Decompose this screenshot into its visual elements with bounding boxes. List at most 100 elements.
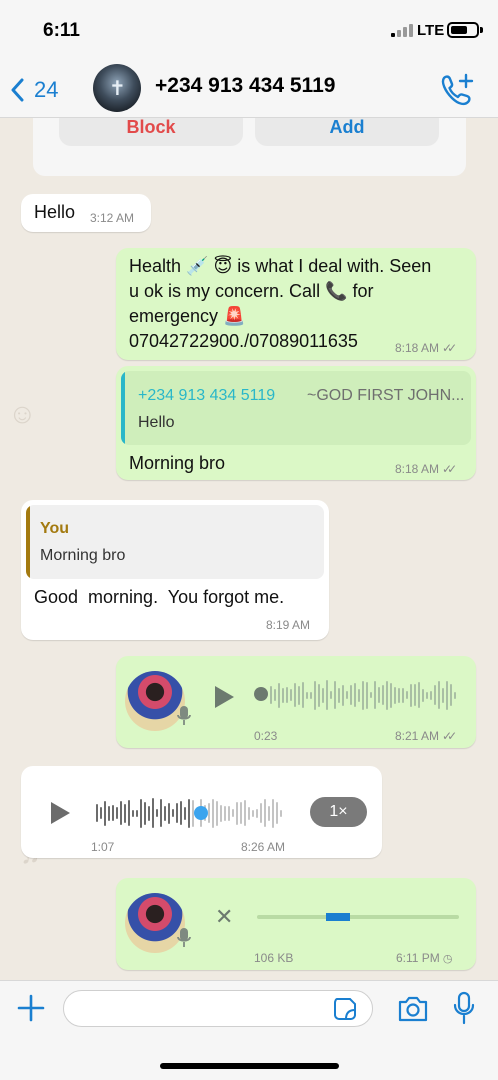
message-time: 8:18 AM [395, 462, 440, 476]
voice-waveform[interactable] [270, 678, 456, 712]
waveform-bar [244, 800, 246, 826]
input-bar [0, 980, 498, 1080]
microphone-icon[interactable] [452, 991, 476, 1025]
waveform-bar [382, 685, 384, 705]
read-ticks-icon: ✓✓ [442, 462, 457, 476]
quote-bar [121, 371, 125, 445]
waveform-bar [208, 803, 210, 823]
waveform-bar [394, 686, 396, 704]
quote-author-alias: ~GOD FIRST JOHN... [307, 387, 465, 404]
waveform-bar [220, 804, 222, 822]
waveform-bar [302, 682, 304, 708]
waveform-bar [422, 688, 424, 702]
waveform-bar [282, 687, 284, 703]
unknown-contact-card: Block Add [33, 118, 466, 176]
upload-progress [326, 913, 350, 921]
message-meta: 8:21 AM ✓✓ [395, 729, 457, 743]
voice-duration: 1:07 [91, 840, 115, 854]
message-meta: 6:11 PM ◷ [396, 951, 452, 965]
message-text: Health 💉 😇 is what I deal with. Seen u o… [129, 254, 469, 354]
voice-waveform[interactable] [96, 796, 282, 830]
block-button[interactable]: Block [59, 118, 243, 146]
add-call-button[interactable] [438, 72, 478, 106]
waveform-bar [426, 691, 428, 699]
message-time: 8:26 AM [241, 840, 286, 854]
contact-avatar[interactable] [93, 64, 141, 112]
play-icon[interactable] [213, 685, 235, 709]
waveform-bar [100, 807, 102, 819]
message-meta: 8:18 AM ✓✓ [395, 341, 457, 355]
waveform-bar [168, 802, 170, 824]
message-text: Good morning. You forgot me. [34, 587, 285, 607]
waveform-bar [260, 803, 262, 823]
sticker-icon[interactable] [333, 997, 357, 1021]
message-outgoing-reply[interactable]: +234 913 434 5119 ~GOD FIRST JOHN... Hel… [116, 366, 476, 480]
waveform-bar [232, 809, 234, 817]
message-time: 6:11 PM [396, 951, 440, 965]
waveform-bar [358, 688, 360, 702]
waveform-bar [398, 687, 400, 703]
quote-author: +234 913 434 5119 [138, 387, 276, 404]
waveform-bar [212, 798, 214, 828]
cancel-upload-icon[interactable]: ✕ [215, 904, 233, 930]
voice-message-incoming[interactable]: 1:07 8:26 AM 1× [21, 766, 382, 858]
message-time: 8:19 AM [266, 618, 311, 632]
waveform-bar [176, 803, 178, 823]
waveform-bar [346, 691, 348, 699]
read-ticks-icon: ✓✓ [442, 729, 457, 743]
message-outgoing[interactable]: Health 💉 😇 is what I deal with. Seen u o… [116, 248, 476, 360]
chevron-left-icon [11, 78, 24, 102]
waveform-bar [354, 683, 356, 707]
waveform-bar [124, 803, 126, 823]
back-button[interactable]: 24 [10, 73, 70, 107]
waveform-bar [280, 809, 282, 817]
plus-icon[interactable] [16, 993, 46, 1023]
home-indicator [160, 1063, 339, 1069]
waveform-bar [386, 680, 388, 710]
waveform-bar [236, 801, 238, 825]
waveform-bar [298, 685, 300, 705]
camera-icon[interactable] [397, 994, 429, 1024]
message-incoming-reply[interactable]: You Morning bro Good morning. You forgot… [21, 500, 329, 640]
playhead[interactable] [194, 806, 208, 820]
waveform-bar [374, 681, 376, 709]
network-type: LTE [417, 22, 445, 39]
add-contact-button[interactable]: Add [255, 118, 439, 146]
waveform-bar [310, 691, 312, 699]
waveform-bar [306, 691, 308, 699]
play-icon[interactable] [49, 801, 71, 825]
waveform-bar [164, 805, 166, 821]
voice-message-sending[interactable]: ✕ 106 KB 6:11 PM ◷ [116, 878, 476, 970]
quote-bar [26, 505, 30, 579]
waveform-bar [342, 684, 344, 706]
waveform-bar [362, 680, 364, 710]
battery-tip [480, 27, 483, 33]
message-time: 8:18 AM [395, 341, 440, 355]
waveform-bar [128, 800, 130, 826]
voice-message-outgoing[interactable]: 0:23 8:21 AM ✓✓ [116, 656, 476, 748]
message-text: Hello [34, 202, 76, 222]
waveform-bar [160, 799, 162, 827]
waveform-bar [152, 798, 154, 828]
message-incoming[interactable]: Hello 3:12 AM [21, 194, 151, 232]
waveform-bar [414, 684, 416, 706]
voice-duration: 0:23 [254, 729, 278, 743]
waveform-bar [184, 806, 186, 820]
status-bar: 6:11 LTE [0, 0, 498, 60]
message-line: emergency 🚨 [129, 306, 246, 326]
waveform-bar [434, 685, 436, 705]
playback-speed-button[interactable]: 1× [310, 797, 367, 827]
quoted-message[interactable]: +234 913 434 5119 ~GOD FIRST JOHN... Hel… [121, 371, 471, 445]
waveform-bar [96, 804, 98, 822]
contact-name[interactable]: +234 913 434 5119 [155, 74, 335, 98]
file-size: 106 KB [254, 951, 294, 965]
quoted-message[interactable]: You Morning bro [26, 505, 324, 579]
waveform-bar [132, 809, 134, 817]
playhead[interactable] [254, 687, 268, 701]
message-input[interactable] [63, 990, 373, 1027]
waveform-bar [326, 680, 328, 710]
waveform-bar [334, 681, 336, 709]
quote-text: Morning bro [40, 547, 126, 564]
chat-area[interactable]: ☺ ☂ ♫ ✉ Block Add Hello 3:12 AM Health 💉… [0, 118, 498, 980]
quote-text: Hello [138, 414, 175, 431]
